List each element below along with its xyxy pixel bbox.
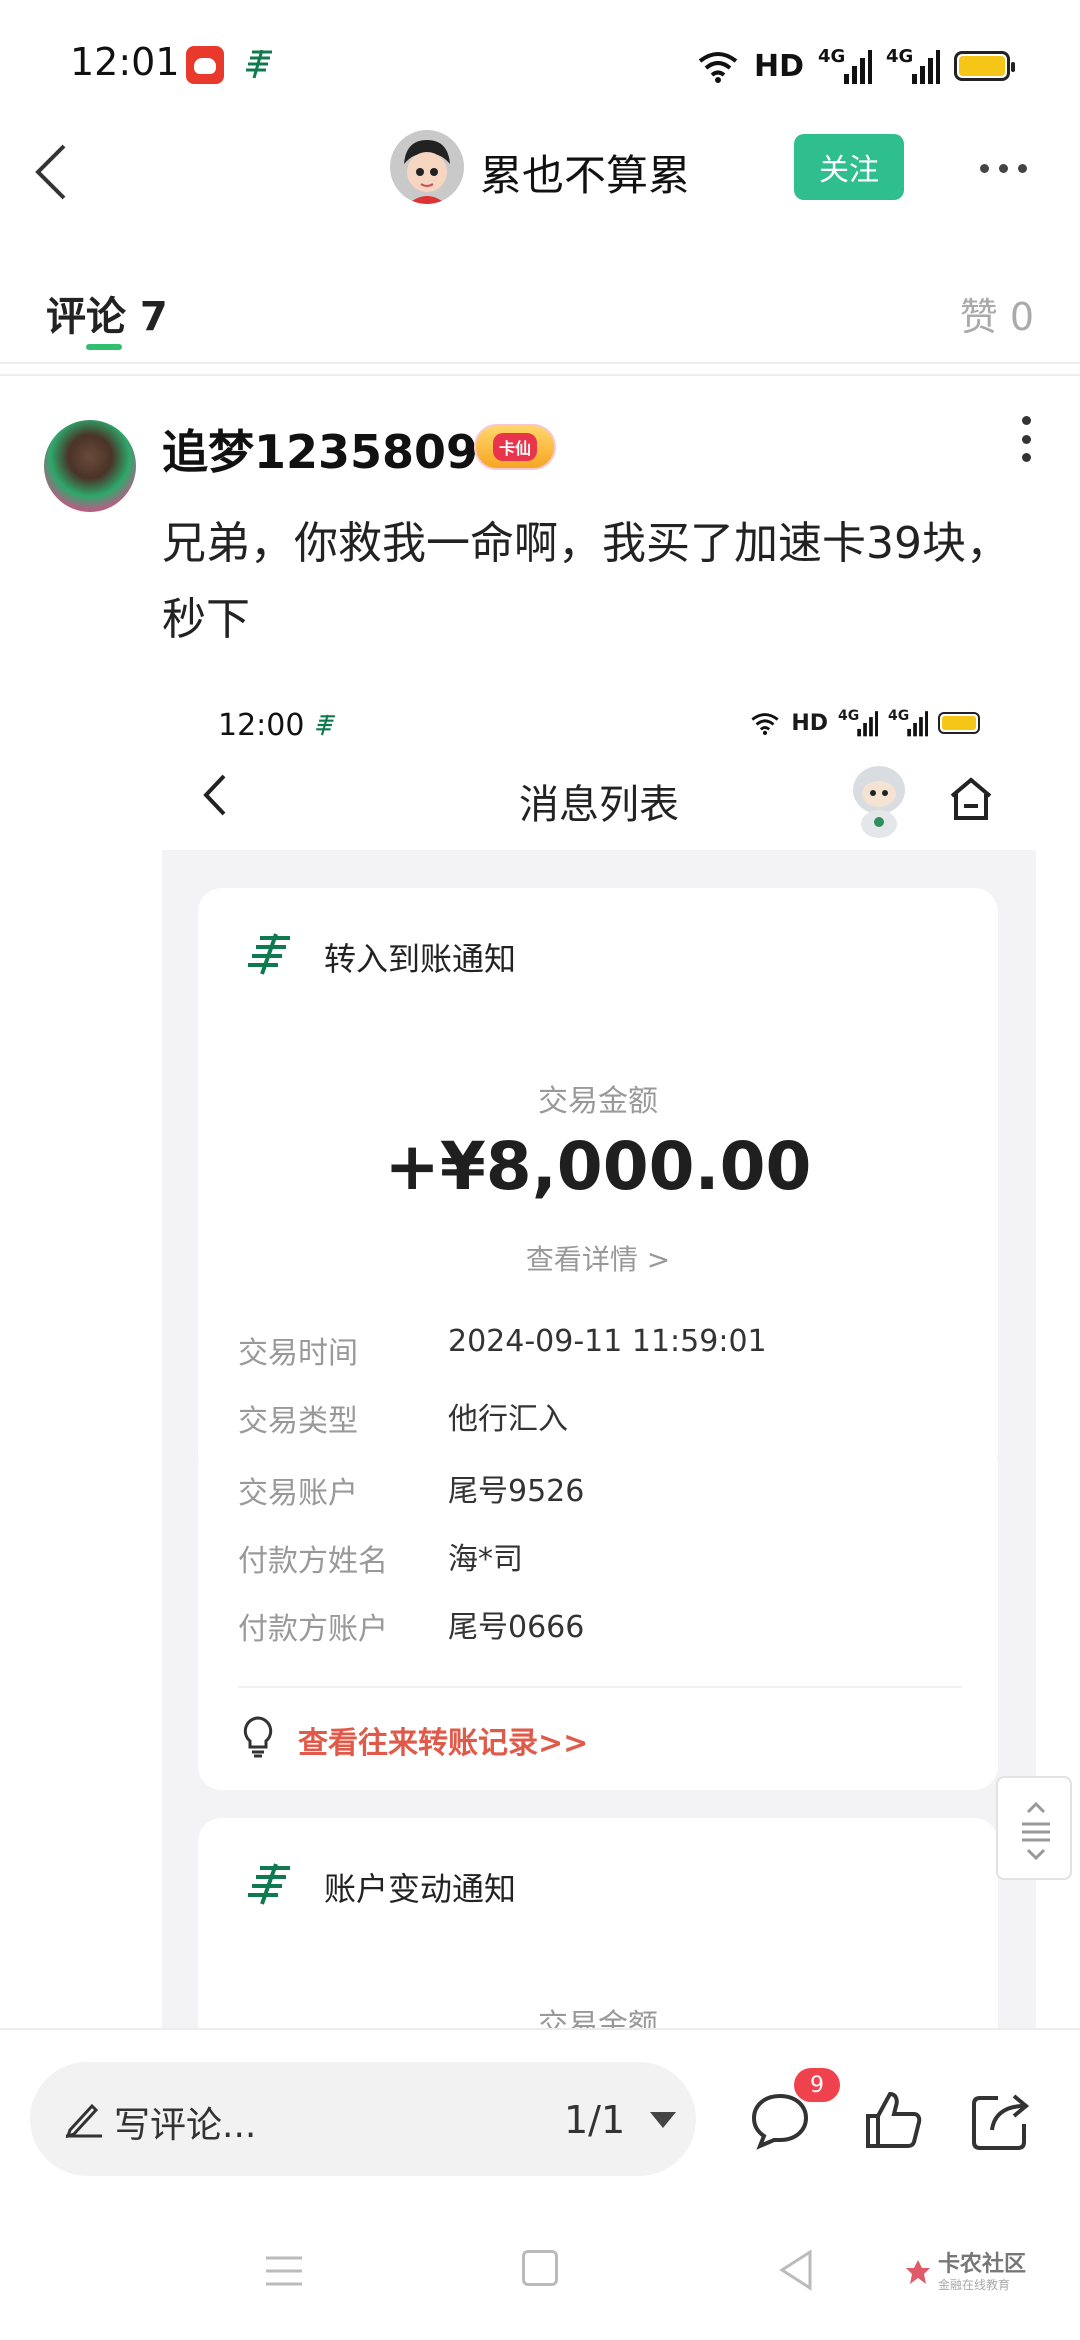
wifi-icon — [751, 713, 779, 735]
watermark-logo-icon — [906, 2260, 930, 2284]
detail-row-label: 付款方账户 — [238, 1612, 388, 1647]
pencil-icon — [65, 2103, 102, 2138]
back-arrow-icon[interactable] — [26, 138, 86, 206]
lightbulb-icon — [243, 1716, 273, 1758]
wifi-icon — [698, 52, 738, 83]
follow-button[interactable]: 关注 — [794, 134, 904, 200]
transfer-notification-card-lower: 交易账户 尾号9526 付款方姓名 海*司 付款方账户 尾号0666 查看往来转… — [198, 1460, 998, 1790]
comment-image[interactable]: 12:00 HD 4G 4G 消息列表 转入到账通知 交易金额 +¥8,000.… — [162, 690, 1036, 2028]
postal-bank-logo-icon — [248, 1863, 290, 1905]
signal-icon-2: 4G — [888, 708, 928, 738]
signal-icon-1: 4G — [818, 46, 872, 86]
embedded-status-time: 12:00 — [218, 708, 305, 743]
comment-count-badge: 9 — [794, 2068, 840, 2102]
status-time: 12:01 — [70, 40, 180, 84]
postal-bank-logo-icon — [248, 933, 290, 975]
detail-row-label: 交易时间 — [238, 1336, 358, 1371]
commenter-avatar[interactable] — [44, 420, 136, 512]
hd-indicator: HD — [791, 710, 828, 736]
comment-text: 兄弟，你救我一命啊，我买了加速卡39块，秒下 — [162, 518, 1010, 645]
robot-assistant-icon — [853, 766, 905, 838]
thumbs-up-icon[interactable] — [862, 2088, 926, 2152]
detail-row-value: 尾号9526 — [448, 1474, 585, 1509]
embedded-header: 12:00 HD 4G 4G 消息列表 — [162, 690, 1036, 850]
chevron-down-icon[interactable] — [650, 2112, 676, 2128]
tab-comments[interactable]: 评论 7 — [46, 284, 168, 342]
write-comment-input[interactable]: 写评论... 1/1 — [30, 2062, 696, 2176]
author-avatar[interactable] — [390, 130, 464, 204]
recent-apps-icon[interactable] — [264, 2254, 304, 2288]
detail-row-value: 2024-09-11 11:59:01 — [448, 1324, 767, 1359]
amount-label: 交易金额 — [538, 2008, 658, 2028]
transfer-notification-card: 转入到账通知 交易金额 +¥8,000.00 查看详情 > 交易时间 2024-… — [198, 888, 998, 1476]
page-header: 累也不算累 关注 — [0, 120, 1080, 220]
scroll-handle[interactable] — [996, 1776, 1072, 1880]
home-icon — [950, 777, 992, 820]
detail-row-label: 付款方姓名 — [238, 1544, 388, 1579]
amount-value: +¥8,000.00 — [384, 1128, 812, 1205]
signal-icon-2: 4G — [886, 46, 940, 86]
watermark-subtitle: 金融在线教育 — [938, 2278, 1011, 2292]
signal-icon-1: 4G — [838, 708, 878, 738]
system-navigation-bar: 卡农社区 金融在线教育 — [0, 2198, 1080, 2340]
detail-row-value: 尾号0666 — [448, 1610, 585, 1645]
hd-indicator: HD — [753, 48, 804, 84]
account-change-card: 账户变动通知 交易金额 — [198, 1818, 998, 2028]
watermark: 卡农社区 金融在线教育 — [902, 2246, 1026, 2302]
battery-icon — [938, 712, 980, 734]
commenter-name[interactable]: 追梦1235809 — [162, 416, 478, 482]
tab-bar: 评论 7 赞 0 — [0, 260, 1080, 364]
transfer-records-link: 查看往来转账记录>> — [298, 1726, 589, 1761]
detail-row-label: 交易账户 — [238, 1476, 358, 1511]
card-title: 转入到账通知 — [324, 940, 517, 978]
share-icon[interactable] — [968, 2088, 1032, 2152]
status-bar: 12:01 HD 4G 4G — [0, 0, 1080, 120]
divider — [0, 374, 1080, 376]
battery-icon — [954, 51, 1015, 81]
detail-row-label: 交易类型 — [238, 1404, 358, 1439]
divider — [0, 362, 1080, 364]
comment-more-icon[interactable] — [1018, 416, 1034, 462]
bottom-action-bar: 写评论... 1/1 9 — [0, 2028, 1080, 2198]
watermark-title: 卡农社区 — [938, 2252, 1027, 2277]
postal-bank-notification-icon — [316, 714, 335, 736]
user-level-badge: 卡仙 — [474, 424, 556, 470]
amount-label: 交易金额 — [538, 1084, 658, 1119]
tab-likes[interactable]: 赞 0 — [960, 286, 1034, 341]
detail-row-value: 他行汇入 — [448, 1402, 568, 1437]
notification-app-icon — [186, 46, 224, 84]
page-indicator[interactable]: 1/1 — [564, 2098, 625, 2142]
detail-row-value: 海*司 — [448, 1542, 523, 1577]
system-back-icon[interactable] — [776, 2248, 816, 2292]
divider — [238, 1686, 962, 1688]
view-details-link: 查看详情 > — [525, 1243, 671, 1276]
card-title: 账户变动通知 — [324, 1870, 517, 1908]
postal-bank-notification-icon — [246, 49, 272, 79]
home-button-icon[interactable] — [522, 2250, 558, 2286]
author-name[interactable]: 累也不算累 — [480, 142, 690, 203]
active-tab-indicator — [86, 344, 122, 350]
more-options-icon[interactable] — [980, 150, 1036, 186]
comment-placeholder: 写评论... — [114, 2105, 257, 2146]
